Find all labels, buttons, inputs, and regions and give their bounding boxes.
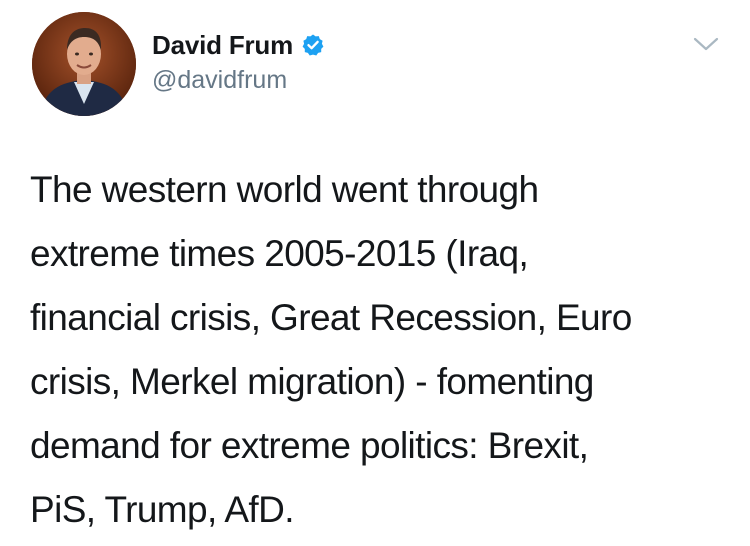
author-names: David Frum @davidfrum	[152, 28, 325, 95]
author-handle[interactable]: @davidfrum	[152, 66, 325, 95]
avatar-image	[32, 12, 136, 116]
avatar[interactable]	[32, 12, 136, 116]
display-name[interactable]: David Frum	[152, 30, 293, 61]
display-name-row: David Frum	[152, 28, 325, 62]
verified-badge-icon	[301, 33, 325, 57]
tweet-text-line: crisis, Merkel migration) - fomenting	[30, 361, 594, 402]
tweet-text-line: financial crisis, Great Recession, Euro	[30, 297, 632, 338]
tweet-text-line: The western world went through	[30, 169, 539, 210]
tweet-text: The western world went through extreme t…	[30, 158, 730, 542]
chevron-down-icon[interactable]	[692, 34, 720, 54]
tweet-header: David Frum @davidfrum	[32, 12, 732, 116]
tweet-text-line: PiS, Trump, AfD.	[30, 489, 294, 530]
tweet-text-line: demand for extreme politics: Brexit,	[30, 425, 589, 466]
tweet-text-line: extreme times 2005-2015 (Iraq,	[30, 233, 529, 274]
tweet-card: David Frum @davidfrum The western world …	[0, 0, 750, 546]
